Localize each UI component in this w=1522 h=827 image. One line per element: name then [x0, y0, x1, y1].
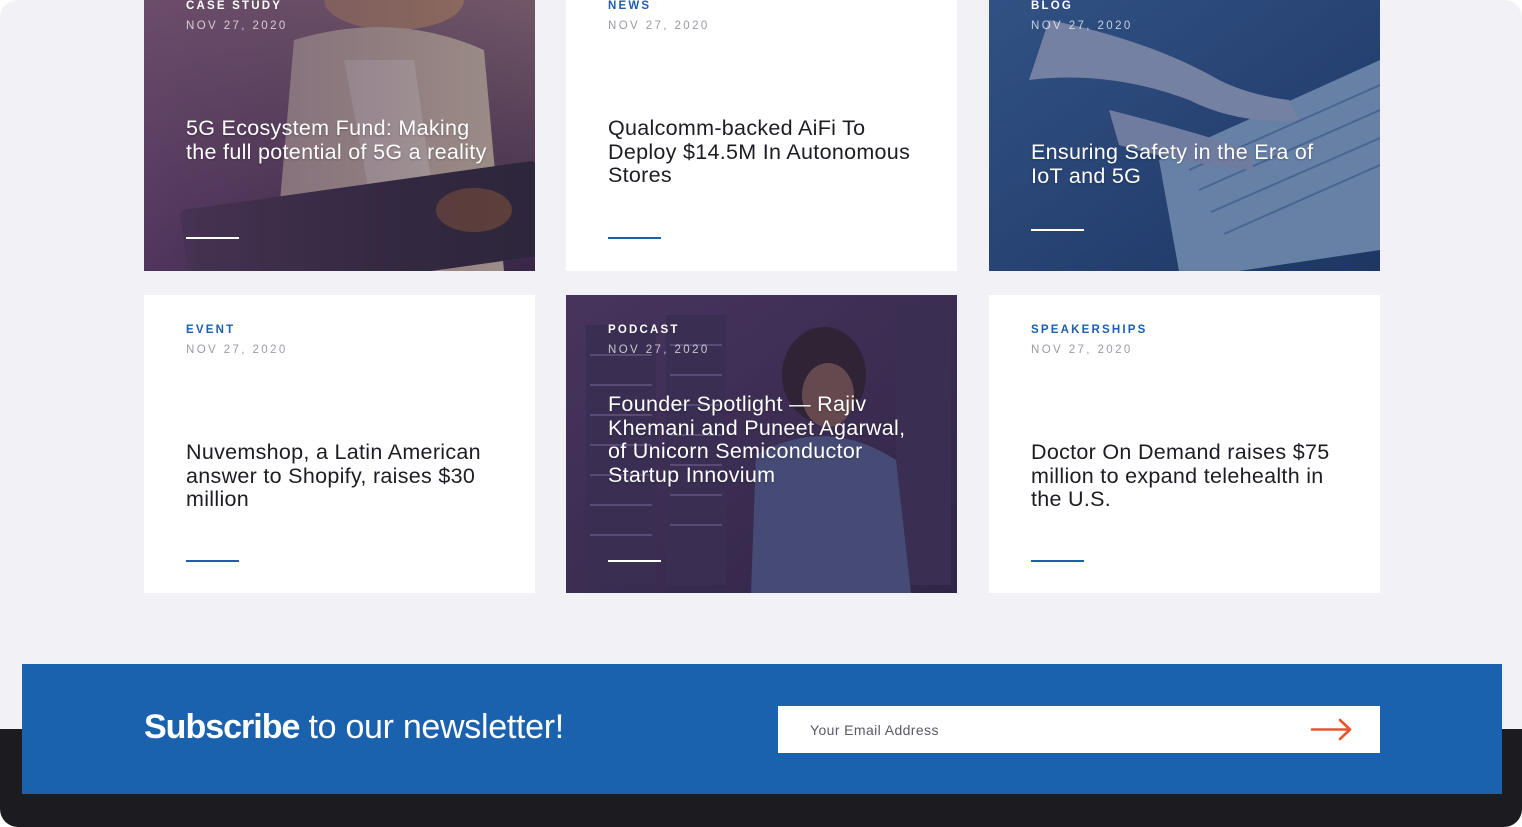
card-title[interactable]: 5G Ecosystem Fund: Making the full poten…	[186, 116, 505, 164]
newsletter-heading-strong: Subscribe	[144, 708, 300, 746]
page-frame: CASE STUDY NOV 27, 2020 5G Ecosystem Fun…	[0, 0, 1522, 827]
newsletter-heading: Subscribe to our newsletter!	[144, 708, 564, 747]
card-category: NEWS	[608, 0, 652, 12]
card-divider	[1031, 560, 1084, 562]
newsletter-section: Subscribe to our newsletter!	[22, 664, 1502, 794]
email-input[interactable]	[778, 706, 1308, 753]
card-divider	[1031, 229, 1084, 231]
arrow-right-icon	[1310, 718, 1352, 741]
card-divider	[186, 560, 239, 562]
article-card-news[interactable]: NEWS NOV 27, 2020 Qualcomm-backed AiFi T…	[566, 0, 957, 271]
card-divider	[608, 237, 661, 239]
article-card-event[interactable]: EVENT NOV 27, 2020 Nuvemshop, a Latin Am…	[144, 295, 535, 593]
card-date: NOV 27, 2020	[608, 344, 710, 356]
card-category: EVENT	[186, 324, 236, 336]
card-title[interactable]: Nuvemshop, a Latin American answer to Sh…	[186, 440, 505, 512]
card-title[interactable]: Doctor On Demand raises $75 million to e…	[1031, 440, 1350, 512]
card-date: NOV 27, 2020	[1031, 20, 1133, 32]
article-card-case-study[interactable]: CASE STUDY NOV 27, 2020 5G Ecosystem Fun…	[144, 0, 535, 271]
card-category: SPEAKERSHIPS	[1031, 324, 1148, 336]
card-date: NOV 27, 2020	[186, 20, 288, 32]
card-divider	[186, 237, 239, 239]
card-category: CASE STUDY	[186, 0, 283, 12]
card-category: BLOG	[1031, 0, 1074, 12]
article-card-blog[interactable]: BLOG NOV 27, 2020 Ensuring Safety in the…	[989, 0, 1380, 271]
subscribe-submit-button[interactable]	[1310, 716, 1354, 743]
card-title[interactable]: Founder Spotlight — Rajiv Khemani and Pu…	[608, 392, 927, 487]
newsletter-heading-rest: to our newsletter!	[299, 708, 565, 746]
card-date: NOV 27, 2020	[186, 344, 288, 356]
newsletter-form	[778, 706, 1380, 753]
card-title[interactable]: Ensuring Safety in the Era of IoT and 5G	[1031, 140, 1350, 188]
card-divider	[608, 560, 661, 562]
card-title[interactable]: Qualcomm-backed AiFi To Deploy $14.5M In…	[608, 116, 927, 188]
card-category: PODCAST	[608, 324, 680, 336]
card-date: NOV 27, 2020	[1031, 344, 1133, 356]
article-card-podcast[interactable]: PODCAST NOV 27, 2020 Founder Spotlight —…	[566, 295, 957, 593]
card-date: NOV 27, 2020	[608, 20, 710, 32]
article-card-speakerships[interactable]: SPEAKERSHIPS NOV 27, 2020 Doctor On Dema…	[989, 295, 1380, 593]
